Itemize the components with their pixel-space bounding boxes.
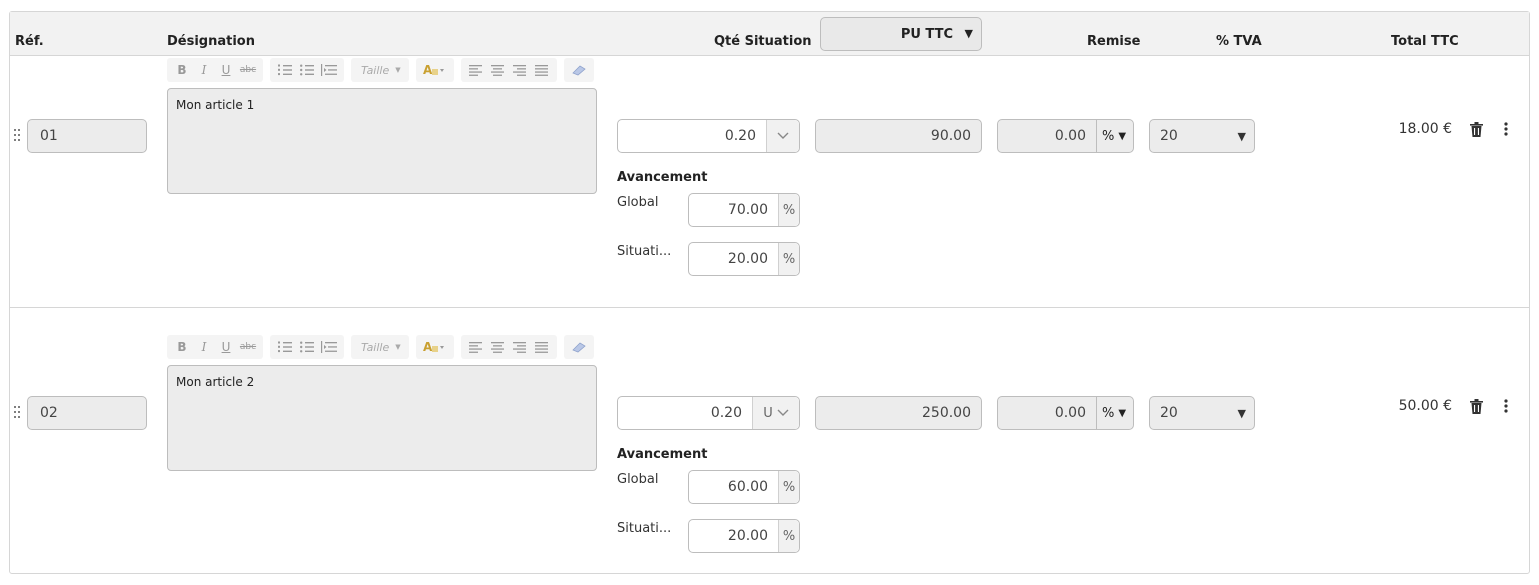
chevron-down-icon: ▼ — [395, 66, 401, 74]
ref-input[interactable]: 02 — [27, 396, 147, 430]
ordered-list-icon[interactable] — [274, 58, 296, 82]
header-remise: Remise — [1087, 34, 1141, 49]
line-total: 50.00 € — [1398, 398, 1452, 414]
italic-button[interactable]: I — [193, 63, 215, 77]
bold-button[interactable]: B — [171, 340, 193, 354]
situation-progress-input[interactable]: 20.00 % — [688, 519, 800, 553]
unit-price-input[interactable]: 90.00 — [815, 119, 982, 153]
eraser-icon[interactable] — [568, 335, 590, 359]
trash-icon[interactable] — [1468, 397, 1484, 415]
header-designation: Désignation — [167, 34, 255, 49]
ref-input[interactable]: 01 — [27, 119, 147, 153]
bullet-list-icon[interactable] — [296, 58, 318, 82]
bold-button[interactable]: B — [171, 63, 193, 77]
chevron-down-icon: ▼ — [1118, 130, 1127, 142]
situation-label: Situati... — [617, 521, 672, 536]
chevron-down-icon: ▼ — [1118, 407, 1127, 419]
situation-label: Situati... — [617, 244, 672, 259]
svg-text:A: A — [423, 63, 433, 77]
trash-icon[interactable] — [1468, 120, 1484, 138]
align-right-icon[interactable] — [509, 335, 531, 359]
align-justify-icon[interactable] — [531, 335, 553, 359]
align-right-icon[interactable] — [509, 58, 531, 82]
align-left-icon[interactable] — [465, 58, 487, 82]
avancement-label: Avancement — [617, 447, 708, 462]
chevron-down-icon: ▼ — [1237, 406, 1246, 420]
font-color-icon[interactable]: A — [420, 335, 450, 359]
editor-toolbar: B I U abc Taille ▼ A — [167, 335, 601, 359]
svg-text:A: A — [423, 340, 433, 354]
italic-button[interactable]: I — [193, 340, 215, 354]
unit-select[interactable]: U — [752, 397, 799, 429]
strikethrough-button[interactable]: abc — [237, 342, 259, 352]
global-progress-input[interactable]: 60.00 % — [688, 470, 800, 504]
unit-price-input[interactable]: 250.00 — [815, 396, 982, 430]
header-total: Total TTC — [1391, 34, 1459, 49]
editor-toolbar: B I U abc Taille ▼ A — [167, 58, 601, 82]
more-vertical-icon[interactable] — [1498, 397, 1514, 415]
font-size-dropdown[interactable]: Taille — [355, 64, 395, 77]
drag-handle-icon[interactable] — [14, 129, 22, 143]
unit-select[interactable] — [766, 120, 799, 152]
more-vertical-icon[interactable] — [1498, 120, 1514, 138]
bullet-list-icon[interactable] — [296, 335, 318, 359]
situation-progress-input[interactable]: 20.00 % — [688, 242, 800, 276]
chevron-down-icon — [777, 132, 789, 139]
align-center-icon[interactable] — [487, 335, 509, 359]
underline-button[interactable]: U — [215, 340, 237, 354]
align-justify-icon[interactable] — [531, 58, 553, 82]
discount-input[interactable]: 0.00 % ▼ — [997, 396, 1134, 430]
chevron-down-icon — [777, 409, 789, 416]
font-size-dropdown[interactable]: Taille — [355, 341, 395, 354]
avancement-label: Avancement — [617, 170, 708, 185]
designation-editor[interactable]: Mon article 2 — [167, 365, 597, 471]
discount-unit-select[interactable]: % ▼ — [1096, 120, 1133, 152]
tva-select[interactable]: 20 ▼ — [1149, 396, 1255, 430]
discount-unit-select[interactable]: % ▼ — [1096, 397, 1133, 429]
global-label: Global — [617, 472, 659, 487]
chevron-down-icon: ▼ — [964, 27, 973, 40]
align-center-icon[interactable] — [487, 58, 509, 82]
header-qty: Qté Situation — [714, 34, 812, 49]
indent-icon[interactable] — [318, 58, 340, 82]
eraser-icon[interactable] — [568, 58, 590, 82]
header-tva: % TVA — [1216, 34, 1262, 49]
global-label: Global — [617, 195, 659, 210]
font-color-icon[interactable]: A — [420, 58, 450, 82]
align-left-icon[interactable] — [465, 335, 487, 359]
underline-button[interactable]: U — [215, 63, 237, 77]
price-type-select[interactable]: PU TTC ▼ — [820, 17, 982, 51]
chevron-down-icon: ▼ — [1237, 129, 1246, 143]
tva-select[interactable]: 20 ▼ — [1149, 119, 1255, 153]
line-total: 18.00 € — [1398, 121, 1452, 137]
designation-editor[interactable]: Mon article 1 — [167, 88, 597, 194]
header-ref: Réf. — [15, 34, 44, 49]
chevron-down-icon: ▼ — [395, 343, 401, 351]
drag-handle-icon[interactable] — [14, 406, 22, 420]
indent-icon[interactable] — [318, 335, 340, 359]
qty-input[interactable]: 0.20 — [617, 119, 800, 153]
strikethrough-button[interactable]: abc — [237, 65, 259, 75]
row-divider — [10, 307, 1529, 308]
discount-input[interactable]: 0.00 % ▼ — [997, 119, 1134, 153]
ordered-list-icon[interactable] — [274, 335, 296, 359]
price-type-select-value: PU TTC — [900, 26, 953, 42]
global-progress-input[interactable]: 70.00 % — [688, 193, 800, 227]
qty-input[interactable]: 0.20 U — [617, 396, 800, 430]
